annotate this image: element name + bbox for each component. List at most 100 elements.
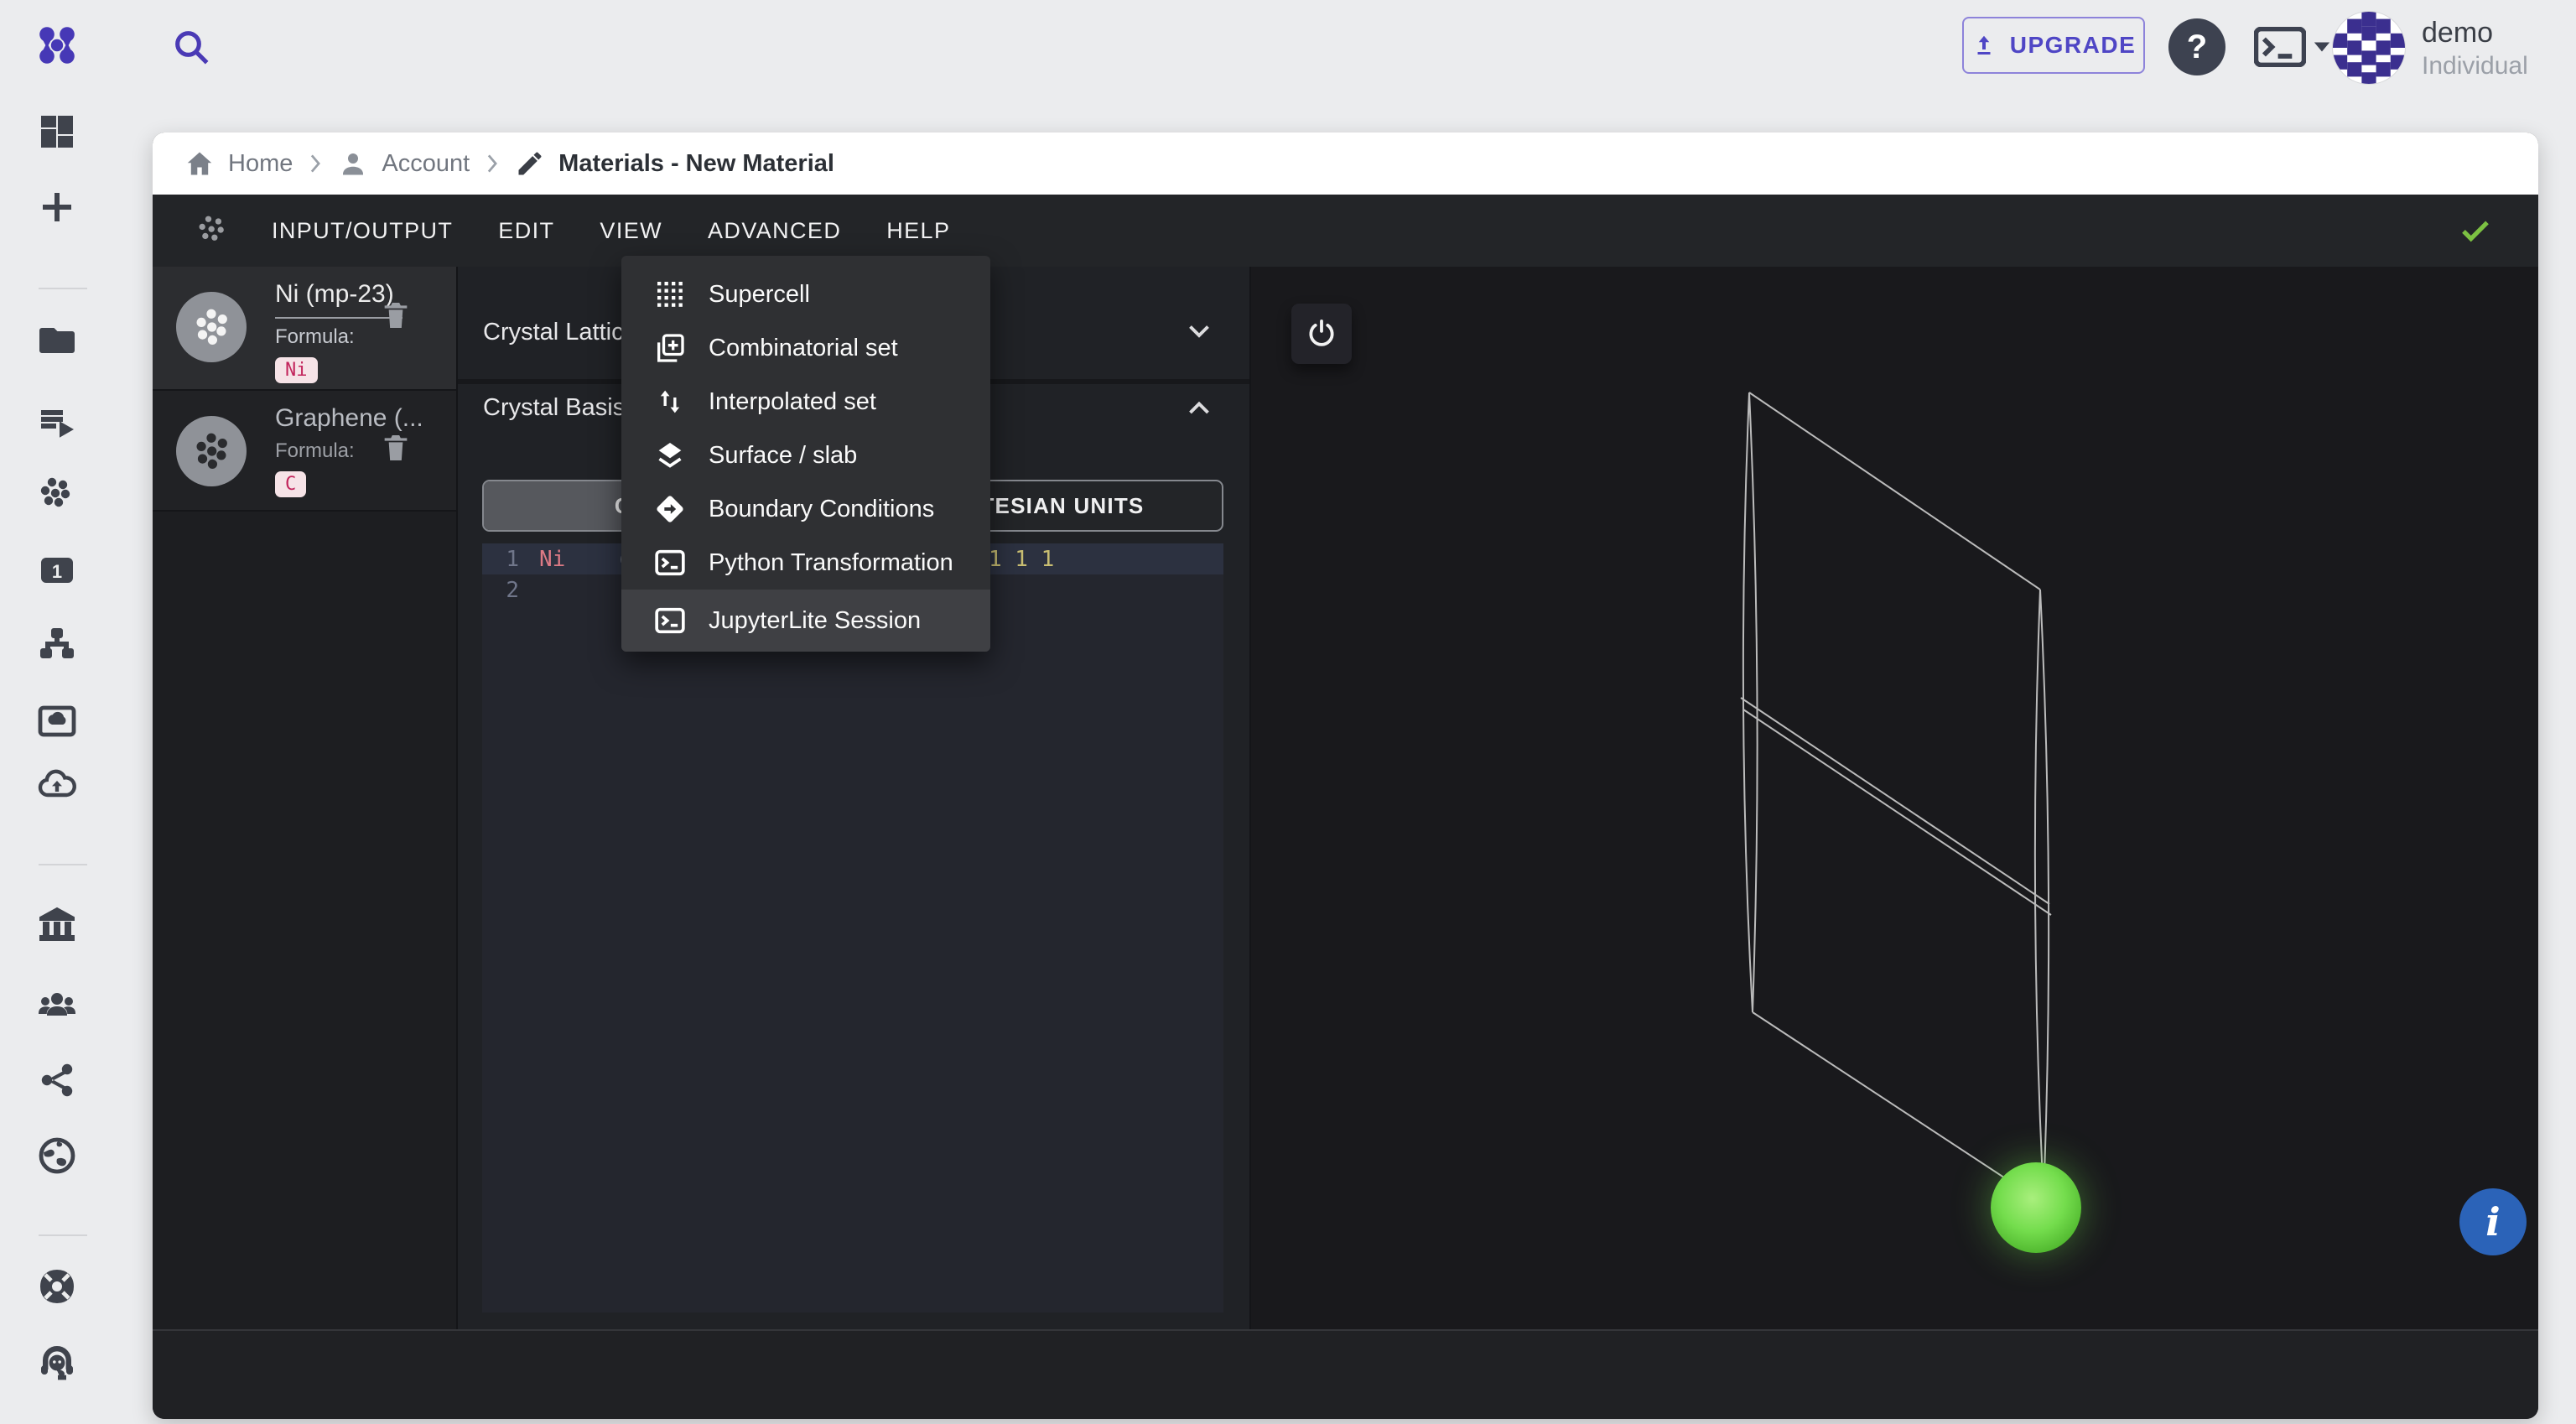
card-footer (153, 1329, 2538, 1419)
identicon (2333, 12, 2405, 84)
playlist-play-icon (41, 410, 75, 438)
info-icon: i (2485, 1199, 2501, 1245)
menu-view[interactable]: VIEW (600, 218, 662, 244)
materials-list: Ni (mp-23) Formula: Ni Graphene (... For… (153, 267, 458, 1329)
bank-icon (39, 907, 75, 941)
terminal-icon (2254, 27, 2306, 67)
upgrade-button[interactable]: UPGRADE (1962, 17, 2145, 74)
sidebar-item-teams[interactable] (30, 978, 84, 1032)
menu-item-interpolated-set[interactable]: Interpolated set (621, 375, 990, 429)
crystal-lattice-header[interactable]: Crystal Lattice (483, 319, 637, 346)
help-button[interactable]: ? (2168, 18, 2225, 75)
user-plan: Individual (2422, 52, 2528, 80)
designer-content: Ni (mp-23) Formula: Ni Graphene (... For… (153, 267, 2538, 1329)
home-icon (187, 152, 212, 175)
headset-support-icon (41, 1345, 73, 1380)
material-name[interactable]: Graphene (... (275, 404, 423, 432)
people-icon (38, 993, 76, 1016)
sidebar-item-materials[interactable] (30, 468, 84, 522)
menu-edit[interactable]: EDIT (498, 218, 554, 244)
sidebar-item-cloud-upload[interactable] (30, 758, 84, 812)
sidebar-item-create[interactable] (30, 180, 84, 234)
sidebar-item-projects[interactable] (30, 314, 84, 367)
sidebar-item-share[interactable] (30, 1053, 84, 1107)
breadcrumb-current: Materials - New Material (558, 149, 834, 177)
material-item[interactable]: Graphene (... Formula: C (153, 391, 456, 512)
app-logo-icon[interactable] (34, 22, 80, 69)
boundary-arrow-icon (652, 491, 688, 528)
sidebar-item-media[interactable] (30, 694, 84, 748)
formula-chip: C (275, 471, 307, 497)
chevron-down-icon (2314, 42, 2330, 52)
material-thumbnail (176, 292, 247, 362)
library-add-icon (652, 330, 688, 366)
app-sidebar: 1 (0, 116, 153, 1424)
menu-item-surface-slab[interactable]: Surface / slab (621, 429, 990, 482)
dashboard-icon (41, 116, 73, 148)
atom-sphere (1991, 1162, 2081, 1253)
collapse-basis-icon[interactable] (1184, 392, 1214, 423)
breadcrumb: Home Account Materials - New Material (153, 133, 2538, 195)
sidebar-item-public[interactable] (30, 1129, 84, 1182)
menu-item-jupyterlite-session[interactable]: JupyterLite Session (621, 590, 990, 652)
menu-item-python-transformation[interactable]: Python Transformation (621, 536, 990, 590)
menu-item-combinatorial-set[interactable]: Combinatorial set (621, 321, 990, 375)
chevron-right-icon (487, 154, 498, 173)
plus-icon (43, 193, 71, 221)
sidebar-item-workflows[interactable] (30, 617, 84, 671)
material-thumbnail (176, 416, 247, 486)
share-icon (41, 1063, 73, 1097)
menu-item-label: Supercell (709, 280, 810, 308)
element-token: Ni (539, 546, 566, 572)
menu-item-label: JupyterLite Session (709, 606, 922, 634)
menu-item-label: Boundary Conditions (709, 495, 935, 522)
swap-vert-icon (652, 383, 688, 420)
upgrade-label: UPGRADE (2009, 32, 2137, 58)
menu-item-supercell[interactable]: Supercell (621, 268, 990, 321)
formula-chip: Ni (275, 357, 318, 383)
menu-item-label: Python Transformation (709, 548, 953, 576)
breadcrumb-account[interactable]: Account (382, 150, 470, 178)
material-item-selected[interactable]: Ni (mp-23) Formula: Ni (153, 267, 456, 391)
basis-code-editor[interactable]: 1 Ni ( 1 1 1 2 (482, 543, 1223, 1312)
viewer-3d[interactable]: i (1251, 267, 2538, 1329)
filter-1-icon: 1 (41, 558, 73, 583)
save-check-icon[interactable] (2458, 213, 2493, 248)
chevron-right-icon (311, 154, 321, 173)
menu-help[interactable]: HELP (886, 218, 950, 244)
sidebar-item-support[interactable] (30, 1335, 84, 1389)
globe-icon (39, 1137, 75, 1174)
menu-item-label: Surface / slab (709, 441, 858, 469)
menu-advanced[interactable]: ADVANCED (708, 218, 841, 244)
menu-item-label: Interpolated set (709, 387, 876, 415)
sidebar-item-help-center[interactable] (30, 1260, 84, 1313)
constraint-token: 1 1 1 (989, 546, 1055, 572)
terminal-icon (652, 544, 688, 581)
layers-icon (652, 437, 688, 474)
terminal-icon (652, 602, 688, 639)
sidebar-item-organization[interactable] (30, 897, 84, 951)
search-icon[interactable] (168, 23, 215, 70)
delete-material-icon[interactable] (379, 297, 413, 334)
designer-menubar: INPUT/OUTPUT EDIT VIEW ADVANCED HELP (153, 195, 2538, 267)
sidebar-item-entity-bank[interactable]: 1 (30, 543, 84, 597)
sidebar-item-dashboard[interactable] (30, 105, 84, 159)
sidebar-divider (39, 1234, 87, 1236)
edit-pencil-icon (518, 152, 542, 175)
viewer-info-button[interactable]: i (2459, 1188, 2527, 1255)
expand-lattice-icon[interactable] (1184, 315, 1214, 346)
svg-text:1: 1 (52, 561, 62, 582)
user-avatar[interactable] (2333, 12, 2405, 84)
menu-input-output[interactable]: INPUT/OUTPUT (272, 218, 453, 244)
crystal-basis-header[interactable]: Crystal Basis (483, 394, 625, 422)
supercell-grid-icon (652, 276, 688, 313)
breadcrumb-home[interactable]: Home (228, 150, 293, 178)
menu-item-boundary-conditions[interactable]: Boundary Conditions (621, 482, 990, 536)
line-number: 2 (506, 577, 519, 603)
top-bar: UPGRADE ? demo Individual (0, 0, 2576, 133)
delete-material-icon[interactable] (379, 429, 413, 466)
account-icon (343, 153, 364, 175)
atoms-icon (40, 477, 70, 507)
sidebar-item-jobs[interactable] (30, 394, 84, 448)
line-number: 1 (506, 546, 519, 572)
